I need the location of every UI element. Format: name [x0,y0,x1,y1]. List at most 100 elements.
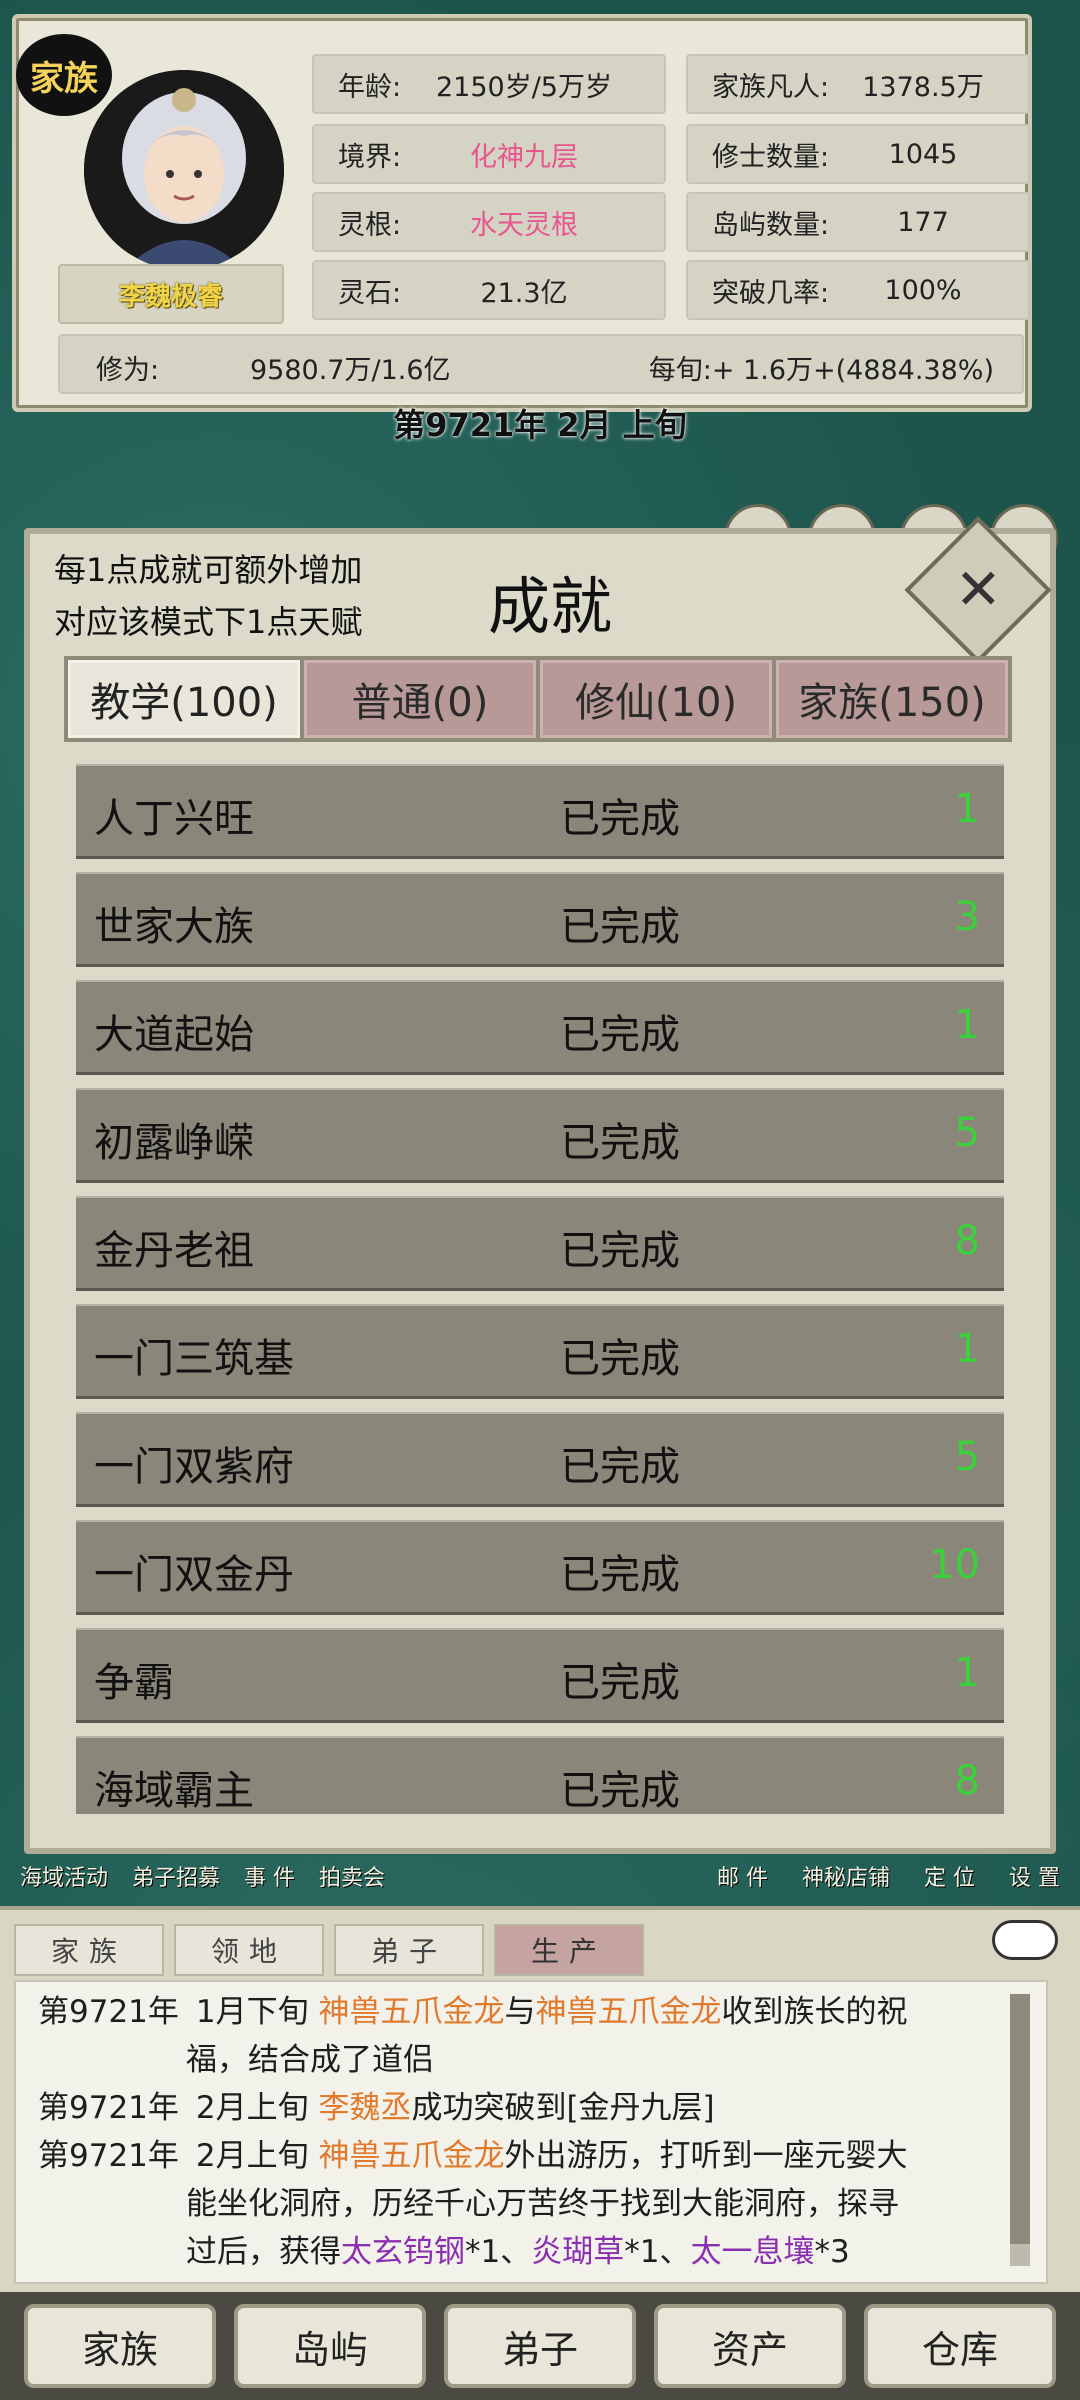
tab-cultivation[interactable]: 修仙(10) [540,660,772,738]
tab-normal[interactable]: 普通(0) [304,660,536,738]
achievement-row: 世家大族 已完成 3 [76,872,1004,967]
achievement-name: 一门三筑基 [94,1336,294,1382]
close-icon: ✕ [954,556,1002,622]
achievement-name: 世家大族 [94,904,254,950]
log-text: *1、 [624,2234,691,2270]
achievement-points: 1 [954,786,980,832]
auction-button[interactable]: 拍卖会 [319,1860,385,1904]
islands-value: 177 [897,206,949,238]
nav-disciples-button[interactable]: 弟子 [444,2304,636,2388]
player-name: 李魏极睿 [58,264,284,324]
tab-clan[interactable]: 家族(150) [776,660,1008,738]
realm-stat: 境界: 化神九层 [312,124,666,184]
log-entry-continued: 福，结合成了道侣 [186,2042,434,2078]
achievement-row: 争霸 已完成 1 [76,1628,1004,1723]
breakthrough-value: 100% [884,274,962,306]
log-tab-territory[interactable]: 领地 [174,1924,324,1976]
nav-warehouse-button[interactable]: 仓库 [864,2304,1056,2388]
log-year: 第9721年 [38,2090,179,2126]
islands-stat: 岛屿数量: 177 [686,192,1030,252]
achievement-points: 5 [954,1434,980,1480]
avatar[interactable] [84,70,284,270]
achievement-points: 5 [954,1110,980,1156]
achievement-name: 大道起始 [94,1012,254,1058]
log-text: 过后，获得 [186,2234,341,2270]
achievement-name: 人丁兴旺 [94,796,254,842]
log-entry: 第9721年 1月下旬 神兽五爪金龙与神兽五爪金龙收到族长的祝 [38,1988,907,2036]
action-strip: 海域活动 弟子招募 事 件 拍卖会 邮 件 神秘店铺 定 位 设 置 [0,1860,1080,1904]
log-tab-disciples[interactable]: 弟子 [334,1924,484,1976]
log-item: 太玄钨钢 [341,2234,465,2270]
achievement-points: 1 [954,1650,980,1696]
recruit-disciple-button[interactable]: 弟子招募 [132,1860,220,1904]
log-text: 外出游历，打听到一座元婴大 [504,2138,908,2174]
log-time: 1月下旬 [195,1994,309,2030]
mortals-stat: 家族凡人: 1378.5万 [686,54,1030,114]
log-text: 成功突破到[金丹九层] [411,2090,715,2126]
sea-activity-button[interactable]: 海域活动 [20,1860,108,1904]
achievement-points: 1 [954,1002,980,1048]
age-value: 2150岁/5万岁 [436,71,612,103]
cultivators-value: 1045 [888,138,958,170]
mystery-shop-button[interactable]: 神秘店铺 [802,1860,890,1904]
cultivation-per-xun: 每旬:+ 1.6万+(4884.38%) [648,355,994,386]
clan-badge[interactable]: 家族 [16,34,112,116]
achievement-row: 金丹老祖 已完成 8 [76,1196,1004,1291]
achievement-points: 8 [954,1218,980,1264]
nav-islands-button[interactable]: 岛屿 [234,2304,426,2388]
log-item: 炎瑚草 [531,2234,625,2270]
nav-assets-button[interactable]: 资产 [654,2304,846,2388]
log-text: 与 [504,1994,536,2030]
achievement-status: 已完成 [560,796,680,842]
achievement-points: 8 [954,1758,980,1804]
log-year: 第9721年 [38,1994,179,2030]
nav-clan-button[interactable]: 家族 [24,2304,216,2388]
log-text: 收到族长的祝 [721,1994,908,2030]
achievement-points: 10 [929,1542,980,1588]
events-button[interactable]: 事 件 [244,1860,295,1904]
log-year: 第9721年 [38,2138,179,2174]
log-tab-clan[interactable]: 家族 [14,1924,164,1976]
log-entry-continued: 能坐化洞府，历经千心万苦终于找到大能洞府，探寻 [186,2186,899,2222]
mail-button[interactable]: 邮 件 [717,1860,768,1904]
settings-button[interactable]: 设 置 [1009,1860,1060,1904]
achievement-row: 人丁兴旺 已完成 1 [76,764,1004,859]
achievement-status: 已完成 [560,1228,680,1274]
log-time: 2月上旬 [195,2138,309,2174]
achievement-list[interactable]: 人丁兴旺 已完成 1 世家大族 已完成 3 大道起始 已完成 1 初露峥嵘 已完… [76,764,1004,1814]
log-actor: 李魏丞 [318,2090,412,2126]
cultivation-value: 9580.7万/1.6亿 [250,355,451,386]
cultivation-bar: 修为: 9580.7万/1.6亿 每旬:+ 1.6万+(4884.38%) [58,334,1024,394]
achievement-name: 金丹老祖 [94,1228,254,1274]
log-body[interactable]: 第9721年 1月下旬 神兽五爪金龙与神兽五爪金龙收到族长的祝 福，结合成了道侣… [14,1980,1048,2284]
log-scrollbar[interactable] [1010,1994,1030,2266]
achievement-name: 初露峥嵘 [94,1120,254,1166]
achievement-status: 已完成 [560,904,680,950]
locate-button[interactable]: 定 位 [924,1860,975,1904]
age-stat: 年龄: 2150岁/5万岁 [312,54,666,114]
log-tab-production[interactable]: 生产 [494,1924,644,1976]
achievement-row: 海域霸主 已完成 8 [76,1736,1004,1814]
achievement-tabs: 教学(100) 普通(0) 修仙(10) 家族(150) [64,656,1012,742]
breakthrough-stat: 突破几率: 100% [686,260,1030,320]
achievement-name: 争霸 [94,1660,174,1706]
achievement-name: 一门双金丹 [94,1552,294,1598]
clan-stats-panel: 家族 李魏极睿 年龄: 2150岁/5万岁 境界: 化神九层 灵根: 水天灵根 … [12,14,1032,412]
tab-teaching[interactable]: 教学(100) [68,660,300,738]
cultivators-stat: 修士数量: 1045 [686,124,1030,184]
bottom-nav: 家族 岛屿 弟子 资产 仓库 [0,2292,1080,2400]
log-scrollbar-thumb[interactable] [1010,1994,1030,2244]
achievement-name: 一门双紫府 [94,1444,294,1490]
achievement-status: 已完成 [560,1012,680,1058]
achievement-points: 3 [954,894,980,940]
log-tabs: 家族 领地 弟子 生产 [14,1924,644,1976]
spirit-stone-value: 21.3亿 [480,277,568,309]
achievement-status: 已完成 [560,1660,680,1706]
game-date: 第9721年 2月 上旬 [393,406,687,444]
chat-toggle-icon[interactable] [992,1920,1058,1960]
spirit-root-stat: 灵根: 水天灵根 [312,192,666,252]
achievement-row: 一门双紫府 已完成 5 [76,1412,1004,1507]
log-actor: 神兽五爪金龙 [318,1994,505,2030]
log-text: *1、 [465,2234,532,2270]
log-text: *3 [814,2234,850,2270]
